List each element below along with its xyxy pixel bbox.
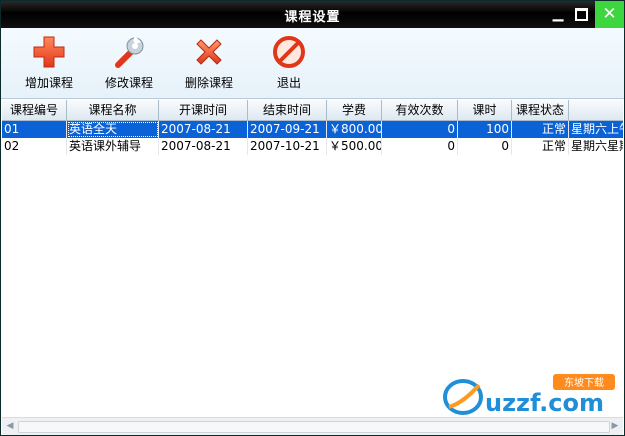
cell-name: 英语全天 xyxy=(67,121,159,138)
minimize-button[interactable]: ▁ xyxy=(548,4,568,24)
cell-name: 英语课外辅导 xyxy=(67,138,159,155)
maximize-icon xyxy=(574,8,588,21)
column-header-name[interactable]: 课程名称 xyxy=(67,100,159,120)
column-header-fee[interactable]: 学费 xyxy=(327,100,382,120)
course-settings-window: 课程设置 ▁ ✕ 增加课程 修改课程 删除课程 退出 课程编号 课程名称 开课时… xyxy=(0,0,625,436)
x-icon xyxy=(196,39,222,65)
column-header-status[interactable]: 课程状态 xyxy=(512,100,569,120)
column-header-end[interactable]: 结束时间 xyxy=(248,100,327,120)
maximize-button[interactable] xyxy=(571,4,591,24)
cell-valid-count: 0 xyxy=(382,121,458,138)
minimize-icon: ▁ xyxy=(552,6,564,22)
title-bar[interactable]: 课程设置 ▁ ✕ xyxy=(1,1,624,28)
cell-extra: 星期六上午 xyxy=(569,121,623,138)
edit-course-button[interactable]: 修改课程 xyxy=(94,34,164,94)
table-header: 课程编号 课程名称 开课时间 结束时间 学费 有效次数 课时 课程状态 xyxy=(2,99,623,121)
course-table[interactable]: 课程编号 课程名称 开课时间 结束时间 学费 有效次数 课时 课程状态 01 英… xyxy=(2,99,623,417)
cell-fee: ￥800.00 xyxy=(329,121,382,138)
no-entry-icon xyxy=(273,36,305,68)
column-header-id[interactable]: 课程编号 xyxy=(2,100,67,120)
close-button[interactable]: ✕ xyxy=(595,1,624,28)
column-header-start[interactable]: 开课时间 xyxy=(159,100,248,120)
wrench-icon xyxy=(115,36,144,68)
exit-button[interactable]: 退出 xyxy=(254,34,324,94)
cell-extra: 星期六星期 xyxy=(569,138,623,155)
delete-course-button[interactable]: 删除课程 xyxy=(174,34,244,94)
cell-id: 02 xyxy=(2,138,67,155)
close-icon: ✕ xyxy=(602,4,617,24)
delete-course-label: 删除课程 xyxy=(184,76,233,90)
scroll-right-icon[interactable]: ▶ xyxy=(609,421,621,432)
scroll-left-icon[interactable]: ◀ xyxy=(4,421,16,432)
table-row[interactable]: 02 英语课外辅导 2007-08-21 2007-10-21 ￥500.00 … xyxy=(2,138,623,155)
plus-icon xyxy=(33,36,65,68)
cell-hours: 100 xyxy=(458,121,512,138)
cell-status: 正常 xyxy=(512,121,569,138)
window-title: 课程设置 xyxy=(284,10,341,25)
cell-status: 正常 xyxy=(512,138,569,155)
add-course-label: 增加课程 xyxy=(24,76,73,90)
column-header-extra[interactable] xyxy=(569,100,623,120)
cell-valid-count: 0 xyxy=(382,138,458,155)
add-course-button[interactable]: 增加课程 xyxy=(14,34,84,94)
edit-course-label: 修改课程 xyxy=(104,76,153,90)
scrollbar-thumb[interactable] xyxy=(18,421,610,433)
exit-label: 退出 xyxy=(276,76,301,90)
cell-end: 2007-09-21 xyxy=(248,121,327,138)
column-header-hours[interactable]: 课时 xyxy=(458,100,512,120)
table-row[interactable]: 01 英语全天 2007-08-21 2007-09-21 ￥800.00 0 … xyxy=(2,121,623,138)
cell-start: 2007-08-21 xyxy=(159,138,248,155)
uzzf-watermark-logo: 东坡下载 uzzf.com xyxy=(443,374,615,417)
cell-hours: 0 xyxy=(458,138,512,155)
cell-end: 2007-10-21 xyxy=(248,138,327,155)
watermark-text: uzzf.com xyxy=(485,389,604,417)
toolbar: 增加课程 修改课程 删除课程 退出 xyxy=(1,28,624,99)
horizontal-scrollbar[interactable]: ◀ ▶ xyxy=(2,417,623,435)
cell-start: 2007-08-21 xyxy=(159,121,248,138)
cell-fee: ￥500.00 xyxy=(329,138,382,155)
column-header-valid-count[interactable]: 有效次数 xyxy=(382,100,458,120)
cell-id: 01 xyxy=(2,121,67,138)
watermark-badge: 东坡下载 xyxy=(564,376,604,389)
